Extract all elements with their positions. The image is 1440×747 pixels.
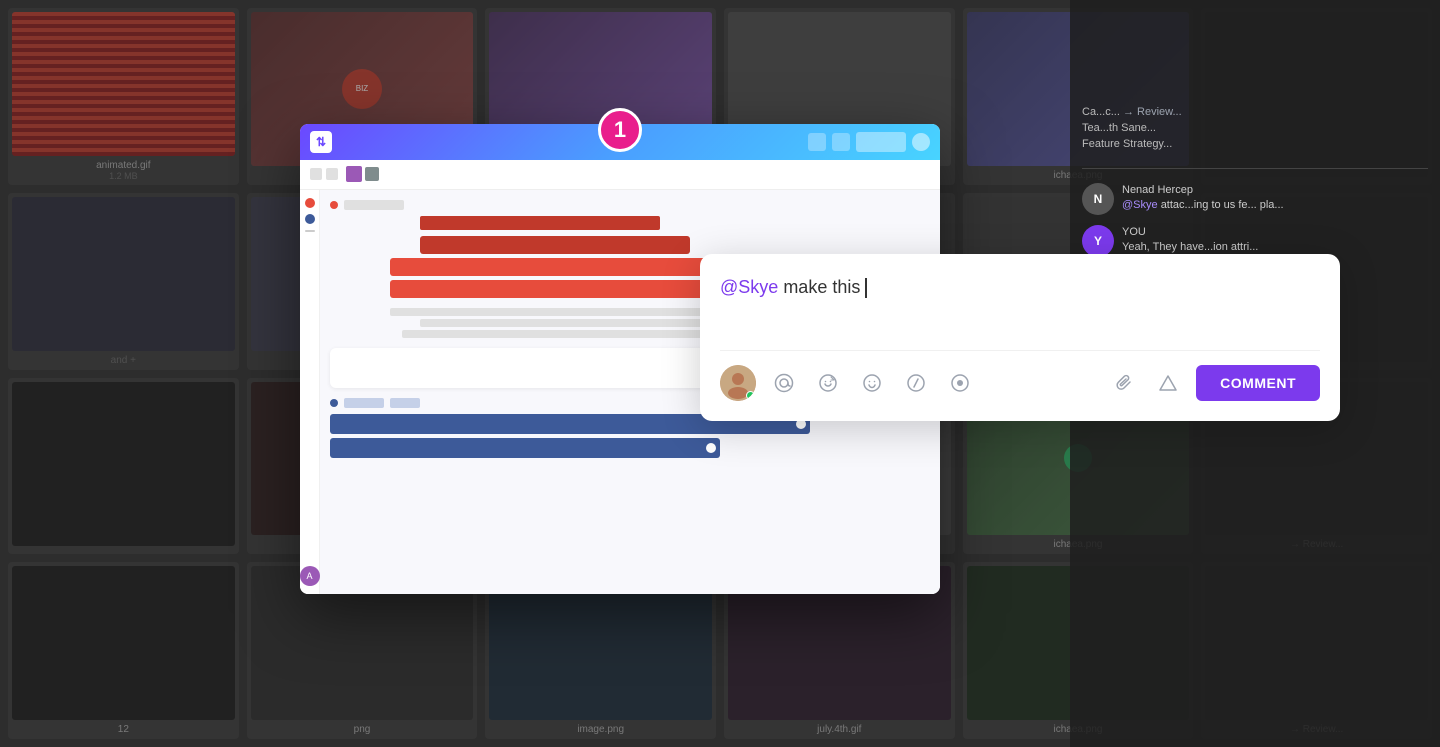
- comment-submit-button[interactable]: COMMENT: [1196, 365, 1320, 401]
- comment-text-body: make this: [783, 277, 865, 297]
- reaction-button[interactable]: [812, 367, 844, 399]
- commenter-avatar: [720, 365, 756, 401]
- comment-mention: @Skye: [720, 277, 778, 297]
- attachment-button[interactable]: [1108, 367, 1140, 399]
- app-toolbar: [300, 160, 940, 190]
- comment-input-area[interactable]: @Skye make this: [720, 274, 1320, 334]
- app-left-sidebar: A: [300, 190, 320, 594]
- text-cursor: [865, 278, 867, 298]
- at-button[interactable]: [768, 367, 800, 399]
- notification-badge[interactable]: 1: [598, 108, 642, 152]
- emoji-button[interactable]: [856, 367, 888, 399]
- app-header-icons: [808, 132, 930, 152]
- bottom-avatar: A: [300, 566, 320, 586]
- modal-overlay: 1 ⇅: [0, 0, 1440, 747]
- online-indicator: [746, 391, 755, 400]
- record-button[interactable]: [944, 367, 976, 399]
- app-logo: ⇅: [310, 131, 332, 153]
- drive-button[interactable]: [1152, 367, 1184, 399]
- slash-command-button[interactable]: [900, 367, 932, 399]
- comment-toolbar: COMMENT: [720, 350, 1320, 401]
- comment-popup: @Skye make this: [700, 254, 1340, 421]
